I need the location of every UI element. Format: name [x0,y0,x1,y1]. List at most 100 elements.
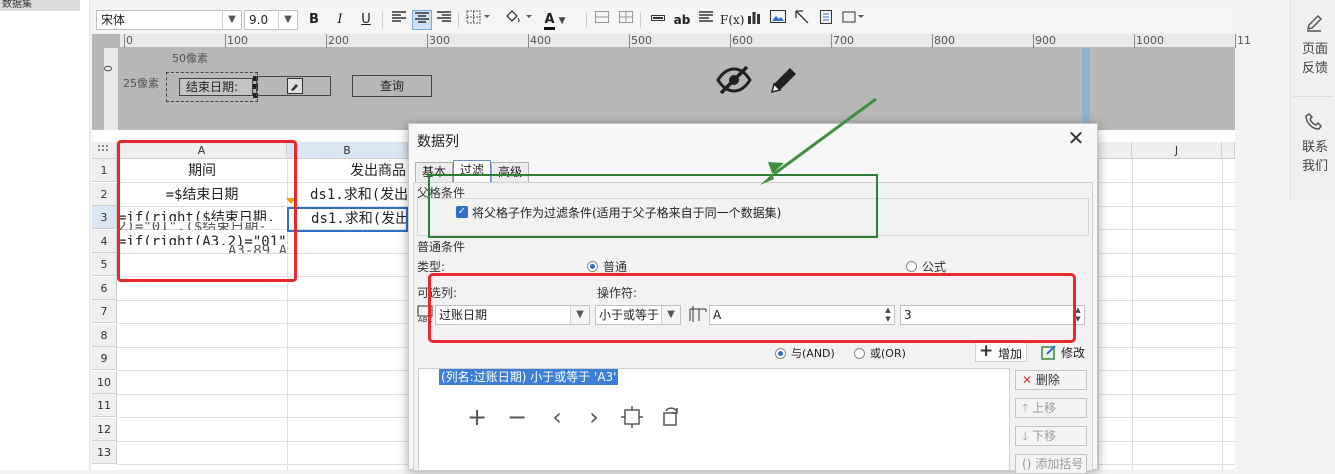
chevron-right-icon[interactable]: › [582,403,606,431]
edit-pencil-icon[interactable] [768,64,800,99]
ruler-label: 500 [631,34,652,47]
row-header[interactable]: 6 [92,276,117,300]
column-header-j[interactable]: J [1132,142,1222,159]
column-header[interactable] [1222,142,1235,159]
toolbar-divider [382,12,383,28]
add-icon[interactable]: + [465,403,489,431]
split-cells-icon[interactable] [616,10,636,30]
row-header[interactable]: 4 [92,229,117,253]
image-icon[interactable] [768,10,788,30]
date-picker-icon[interactable] [287,78,303,97]
row-header[interactable]: 2 [92,182,117,206]
modify-icon [1041,344,1057,363]
add-condition-button[interactable]: + 增加 [975,341,1027,362]
bold-button[interactable]: B [304,10,324,30]
ruler-tick [932,34,933,48]
cell-b3[interactable]: ds1.求和(发出 [287,207,408,232]
row-header[interactable]: 11 [92,394,117,417]
row-header[interactable]: 10 [92,370,117,394]
end-date-widget[interactable] [256,76,331,96]
ruler-tick [1134,34,1135,48]
or-radio[interactable] [854,348,865,359]
left-panel: 数据集 [0,0,90,470]
query-button[interactable]: 查询 [352,75,432,97]
underline-button[interactable]: U [356,10,376,30]
toolbar-divider [640,12,641,28]
align-center-icon[interactable] [412,10,432,30]
modify-condition-label: 修改 [1061,346,1086,360]
modify-condition-button[interactable]: 修改 [1039,342,1089,362]
column-header[interactable] [1098,142,1132,159]
delete-button[interactable]: ✕ 删除 [1015,370,1087,390]
select-all-corner[interactable] [92,142,117,159]
move-down-button[interactable]: 🡓 下移 [1015,426,1087,446]
eye-hidden-icon[interactable] [716,64,752,99]
ruler-label: 200 [328,34,349,47]
or-label: 或(OR) [870,347,906,360]
row-header[interactable]: 1 [92,159,117,182]
row-header[interactable]: 7 [92,300,117,323]
end-date-label[interactable]: 结束日期: [179,78,253,96]
phone-icon[interactable] [1305,112,1323,133]
text-color-button[interactable]: A ▼ [538,10,572,30]
text-color-icon: A [544,12,555,30]
minus-icon[interactable]: − [505,403,529,431]
condition-item[interactable]: (列名:过账日期) 小于或等于 'A3' [439,369,619,385]
row-header[interactable]: 9 [92,347,117,370]
italic-button[interactable]: I [330,10,350,30]
close-icon[interactable]: ✕ [1065,126,1087,150]
panel-divider [1293,96,1333,97]
column-gridline [1222,159,1223,470]
height-hint: 25像素 [123,77,159,90]
chart-icon[interactable] [744,10,764,30]
format-toolbar: 宋体 ▼ 9.0 ▼ B I U A ▼ ab F(x) [92,8,1235,33]
feedback-label-2[interactable]: 反馈 [1297,59,1333,78]
row-header[interactable]: 8 [92,323,117,347]
align-right-icon[interactable] [434,10,454,30]
align-left-icon[interactable] [389,10,409,30]
widget-icon[interactable] [840,10,868,30]
fill-color-icon[interactable] [502,10,536,30]
row-header[interactable]: 5 [92,253,117,276]
type-formula-radio[interactable] [906,261,917,272]
fit-screen-icon[interactable] [621,406,643,431]
type-normal-radio[interactable] [587,261,598,272]
border-icon[interactable] [464,10,494,30]
text-style-icon[interactable]: ab [672,10,692,30]
row-header[interactable]: 12 [92,417,117,441]
cell-b1[interactable]: 发出商品 [290,160,408,183]
add-condition-label: 增加 [998,347,1023,361]
column-header-b[interactable]: B [287,142,408,159]
merge-cells-icon[interactable] [592,10,612,30]
slash-icon[interactable] [792,10,812,30]
ruler-label: 300 [429,34,450,47]
font-family-select[interactable]: 宋体 ▼ [96,10,242,30]
and-radio[interactable] [775,348,786,359]
annotation-arrow-icon [760,97,877,185]
panel-resize-bar[interactable] [1082,48,1090,130]
dataset-tab[interactable]: 数据集 [0,0,80,11]
contact-label-2[interactable]: 我们 [1297,157,1333,176]
ruler-tick [427,34,428,48]
wrap-text-icon[interactable] [696,10,716,30]
feedback-icon[interactable] [1305,14,1323,35]
arrow-up-icon: 🡑 [1022,401,1029,415]
chevron-down-icon: ▼ [278,11,297,29]
add-bracket-button[interactable]: () 添加括号 [1015,454,1087,474]
cell-b2[interactable]: ds1.求和(发出 [290,184,408,207]
chevron-left-icon[interactable]: ‹ [545,403,569,431]
row-header[interactable]: 3 [92,206,117,229]
rotate-icon[interactable] [660,405,682,430]
row-header[interactable]: 13 [92,441,117,464]
width-hint: 50像素 [172,52,208,65]
subreport-icon[interactable] [816,10,836,30]
dialog-title: 数据列 [417,134,459,150]
formula-icon[interactable]: F(x) [720,10,744,30]
insert-row-icon[interactable] [648,10,668,30]
ruler-label: 900 [1035,34,1056,47]
move-up-button[interactable]: 🡑 上移 [1015,398,1087,418]
move-down-label: 下移 [1032,429,1057,443]
feedback-label-1[interactable]: 页面 [1297,40,1333,59]
contact-label-1[interactable]: 联系 [1297,138,1333,157]
font-size-select[interactable]: 9.0 ▼ [244,10,298,30]
